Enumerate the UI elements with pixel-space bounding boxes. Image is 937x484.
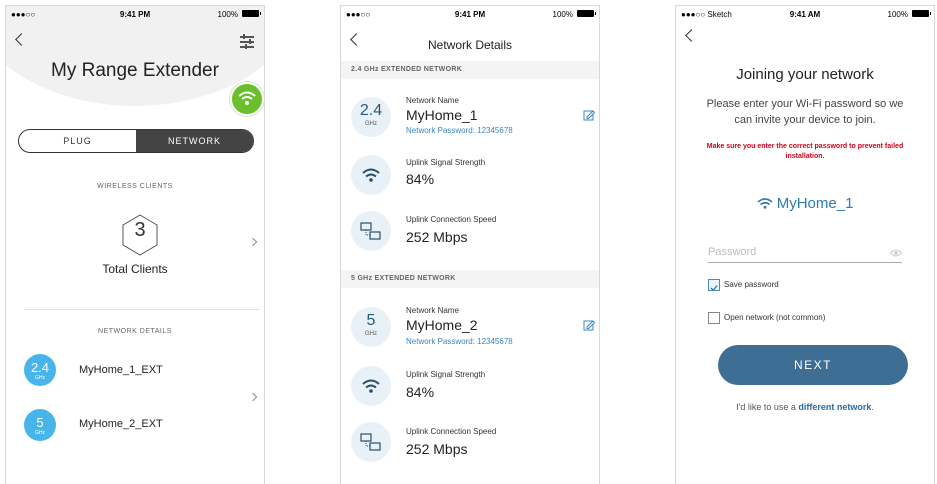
network-name-1[interactable]: MyHome_1_EXT: [79, 364, 163, 376]
plug-network-toggle[interactable]: PLUG NETWORK: [18, 129, 254, 153]
network-name-value: MyHome_1: [406, 107, 478, 123]
tab-plug[interactable]: PLUG: [19, 130, 136, 152]
network-name-label: Network Name: [406, 96, 459, 105]
ssid-name: MyHome_1: [776, 195, 854, 212]
battery-percent: 100%: [552, 10, 573, 19]
speed-label: Uplink Connection Speed: [406, 215, 497, 224]
status-bar: ●●●○○ 9:41 PM 100%: [341, 6, 599, 22]
connection-speed-icon: [351, 422, 391, 462]
chevron-right-icon[interactable]: [248, 392, 258, 402]
band-header-24: 2.4 GHz EXTENDED NETWORK: [341, 61, 599, 79]
band-5-icon: 5 GHz: [351, 307, 391, 347]
signal-value: 84%: [406, 384, 435, 400]
signal-label: Uplink Signal Strength: [406, 370, 486, 379]
join-network-screen: ●●●○○ Sketch 9:41 AM 100% Joining your n…: [675, 5, 935, 484]
password-placeholder: Password: [708, 246, 757, 258]
next-button[interactable]: NEXT: [718, 345, 908, 385]
network-password: Network Password: 12345678: [406, 337, 513, 346]
open-network-checkbox[interactable]: [708, 312, 720, 324]
open-network-label: Open network (not common): [724, 313, 826, 322]
network-name-2[interactable]: MyHome_2_EXT: [79, 418, 163, 430]
ssid-label: MyHome_1: [676, 195, 934, 212]
footer-text: I'd like to use a different network.: [736, 402, 874, 412]
checkmark-icon: [710, 285, 718, 292]
different-network-link[interactable]: different network: [798, 402, 871, 412]
status-bar: ●●●○○ Sketch 9:41 AM 100%: [676, 6, 934, 22]
chevron-right-icon[interactable]: [248, 237, 258, 247]
clients-count: 3: [134, 219, 146, 241]
total-clients-label: Total Clients: [102, 262, 168, 276]
signal-value: 84%: [406, 171, 435, 187]
back-chevron-icon[interactable]: [684, 28, 696, 44]
back-chevron-icon[interactable]: [14, 32, 26, 48]
network-details-screen: ●●●○○ 9:41 PM 100% Network Details 2.4 G…: [340, 5, 600, 484]
band-24-icon: 2.4 GHz: [351, 97, 391, 137]
wifi-signal-icon: [351, 155, 391, 195]
wifi-signal-icon: [351, 366, 391, 406]
wifi-icon: [757, 198, 773, 209]
speed-value: 252 Mbps: [406, 441, 468, 457]
divider: [24, 309, 260, 310]
speed-label: Uplink Connection Speed: [406, 427, 497, 436]
network-name-value: MyHome_2: [406, 317, 478, 333]
wifi-status-icon: [230, 82, 264, 116]
network-name-label: Network Name: [406, 306, 459, 315]
instructions-text: Please enter your Wi-Fi password so we c…: [706, 98, 904, 126]
page-title: Network Details: [427, 38, 513, 52]
band-24-icon: 2.4 GHz: [24, 354, 56, 386]
band-header-5: 5 GHz EXTENDED NETWORK: [341, 270, 599, 288]
network-password: Network Password: 12345678: [406, 126, 513, 135]
edit-icon[interactable]: [583, 319, 595, 331]
battery-icon: [242, 10, 261, 17]
battery-icon: [912, 10, 931, 17]
connection-speed-icon: [351, 211, 391, 251]
wireless-clients-header: WIRELESS CLIENTS: [97, 183, 173, 190]
password-input[interactable]: Password: [708, 246, 902, 263]
band-5-icon: 5 GHz: [24, 409, 56, 441]
range-extender-screen: ●●●○○ 9:41 PM 100% My Range Extender PLU…: [5, 5, 265, 484]
battery-percent: 100%: [887, 10, 908, 19]
network-details-header: NETWORK DETAILS: [98, 328, 172, 335]
settings-sliders-icon[interactable]: [240, 34, 254, 49]
warning-text: Make sure you enter the correct password…: [706, 143, 904, 160]
eye-icon[interactable]: [890, 249, 902, 257]
page-title: Joining your network: [736, 66, 874, 83]
battery-icon: [577, 10, 596, 17]
signal-label: Uplink Signal Strength: [406, 158, 486, 167]
page-title: My Range Extender: [51, 60, 219, 81]
speed-value: 252 Mbps: [406, 229, 468, 245]
status-bar: ●●●○○ 9:41 PM 100%: [6, 6, 264, 22]
tab-network[interactable]: NETWORK: [136, 130, 253, 152]
battery-percent: 100%: [217, 10, 238, 19]
save-password-checkbox[interactable]: [708, 279, 720, 292]
edit-icon[interactable]: [583, 109, 595, 121]
save-password-label: Save password: [724, 280, 779, 289]
